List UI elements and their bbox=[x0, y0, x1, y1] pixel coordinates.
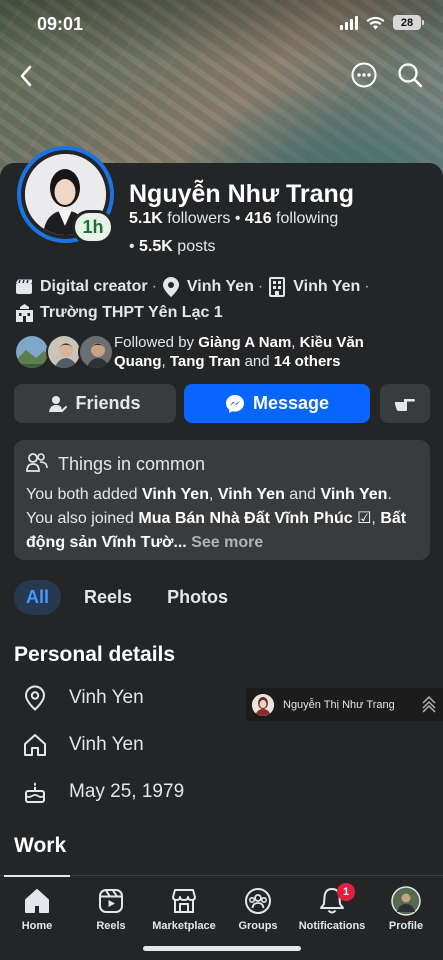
intro-row: Digital creator · Vinh Yen · Vinh Yen · bbox=[14, 277, 374, 297]
work-title: Work bbox=[14, 834, 67, 857]
chat-head-name: Nguyễn Thị Như Trang bbox=[283, 698, 395, 711]
bottom-navigation: Home Reels Marketplace Groups 1 Notifica… bbox=[0, 875, 443, 960]
clapperboard-icon bbox=[14, 277, 34, 297]
current-city-value: Vinh Yen bbox=[69, 687, 144, 708]
back-button[interactable] bbox=[12, 62, 40, 90]
poke-button[interactable] bbox=[380, 384, 430, 423]
nav-profile-label: Profile bbox=[388, 920, 424, 932]
bell-icon: 1 bbox=[295, 883, 369, 916]
mutual-name-1[interactable]: Giàng A Nam bbox=[198, 334, 291, 351]
intro-school[interactable]: Trường THPT Yên Lạc 1 bbox=[40, 304, 223, 322]
friends-button[interactable]: Friends bbox=[14, 384, 176, 423]
status-bar: 09:01 28 bbox=[0, 12, 443, 36]
profile-avatar-icon bbox=[369, 886, 443, 916]
detail-birthday[interactable]: May 25, 1979 bbox=[20, 777, 184, 807]
tab-all[interactable]: All bbox=[14, 580, 62, 615]
nav-profile[interactable]: Profile bbox=[369, 886, 443, 932]
things-in-common-text: You both added Vinh Yen, Vinh Yen and Vi… bbox=[26, 486, 407, 551]
profile-name: Nguyễn Như Trang bbox=[129, 180, 355, 208]
nav-groups-label: Groups bbox=[238, 920, 278, 932]
reels-icon bbox=[74, 886, 148, 916]
active-status-badge: 1h bbox=[72, 210, 114, 244]
birthday-cake-icon bbox=[20, 777, 50, 807]
nav-reels-label: Reels bbox=[96, 920, 126, 932]
posts-label: posts bbox=[177, 238, 216, 255]
nav-marketplace-label: Marketplace bbox=[152, 920, 216, 932]
followers-label[interactable]: followers bbox=[167, 210, 230, 227]
post-stats: • 5.5K posts bbox=[129, 238, 216, 255]
mutual-avatar-2 bbox=[46, 334, 82, 370]
storefront-icon bbox=[147, 886, 221, 916]
collapse-chevrons-icon[interactable] bbox=[421, 695, 437, 718]
search-button[interactable] bbox=[396, 61, 424, 89]
see-more-link[interactable]: See more bbox=[191, 534, 263, 551]
location-pin-outline-icon bbox=[20, 683, 50, 713]
building-icon bbox=[267, 277, 287, 297]
tab-photos[interactable]: Photos bbox=[155, 580, 240, 615]
nav-notifications[interactable]: 1 Notifications bbox=[295, 883, 369, 932]
personal-details-title: Personal details bbox=[14, 643, 176, 666]
home-indicator bbox=[143, 946, 301, 951]
mutual-followers[interactable]: Followed by Giàng A Nam, Kiều Văn Quang,… bbox=[14, 331, 434, 373]
search-icon bbox=[398, 63, 423, 88]
mutual-others[interactable]: 14 others bbox=[274, 353, 341, 370]
things-in-common-title: Things in common bbox=[58, 454, 206, 474]
cellular-signal-icon bbox=[340, 15, 358, 30]
intro-hometown[interactable]: Vinh Yen bbox=[293, 278, 360, 296]
nav-notifications-label: Notifications bbox=[298, 920, 366, 932]
mutual-avatar-3 bbox=[78, 334, 114, 370]
chat-head-avatar bbox=[252, 693, 274, 716]
wifi-icon bbox=[366, 16, 385, 29]
nav-reels[interactable]: Reels bbox=[74, 886, 148, 932]
followers-count[interactable]: 5.1K bbox=[129, 210, 163, 227]
profile-tabs: All Reels Photos bbox=[14, 580, 251, 615]
battery-indicator: 28 bbox=[393, 15, 424, 30]
people-icon bbox=[26, 452, 48, 477]
following-count[interactable]: 416 bbox=[245, 210, 272, 227]
nav-marketplace[interactable]: Marketplace bbox=[147, 886, 221, 932]
active-tab-indicator bbox=[4, 875, 70, 877]
following-label[interactable]: following bbox=[276, 210, 338, 227]
birthday-value: May 25, 1979 bbox=[69, 781, 185, 802]
school-icon bbox=[14, 303, 34, 323]
back-arrow-icon bbox=[20, 65, 32, 87]
nav-home-label: Home bbox=[21, 920, 53, 932]
mutual-name-3[interactable]: Tang Tran bbox=[170, 353, 241, 370]
groups-icon bbox=[221, 886, 295, 916]
intro-location[interactable]: Vinh Yen bbox=[187, 278, 254, 296]
floating-chat-head[interactable]: Nguyễn Thị Như Trang bbox=[246, 688, 443, 721]
location-pin-icon bbox=[161, 277, 181, 297]
nav-home[interactable]: Home bbox=[0, 886, 74, 932]
things-in-common-card[interactable]: Things in common You both added Vinh Yen… bbox=[14, 440, 430, 560]
more-options-button[interactable] bbox=[350, 61, 378, 89]
home-outline-icon bbox=[20, 730, 50, 760]
intro-school-row: Trường THPT Yên Lạc 1 bbox=[14, 303, 223, 323]
detail-hometown[interactable]: Vinh Yen bbox=[20, 730, 144, 760]
message-button-label: Message bbox=[252, 393, 330, 413]
status-time: 09:01 bbox=[37, 14, 84, 34]
messenger-icon bbox=[225, 394, 244, 413]
hometown-value: Vinh Yen bbox=[69, 734, 144, 755]
nav-groups[interactable]: Groups bbox=[221, 886, 295, 932]
home-icon bbox=[0, 886, 74, 916]
tab-reels[interactable]: Reels bbox=[72, 580, 144, 615]
person-check-icon bbox=[49, 395, 68, 412]
notifications-badge: 1 bbox=[337, 883, 355, 901]
friends-button-label: Friends bbox=[75, 393, 141, 413]
mutual-avatar-1 bbox=[14, 334, 50, 370]
posts-count: 5.5K bbox=[139, 238, 173, 255]
ellipsis-circle-icon bbox=[351, 62, 377, 88]
message-button[interactable]: Message bbox=[184, 384, 370, 423]
follow-stats: 5.1K followers • 416 following bbox=[129, 210, 339, 227]
followed-by-text: Followed by Giàng A Nam, Kiều Văn Quang,… bbox=[114, 334, 364, 370]
detail-current-city[interactable]: Vinh Yen bbox=[20, 683, 144, 713]
intro-role: Digital creator bbox=[40, 278, 148, 295]
pointing-hand-icon bbox=[395, 398, 415, 411]
